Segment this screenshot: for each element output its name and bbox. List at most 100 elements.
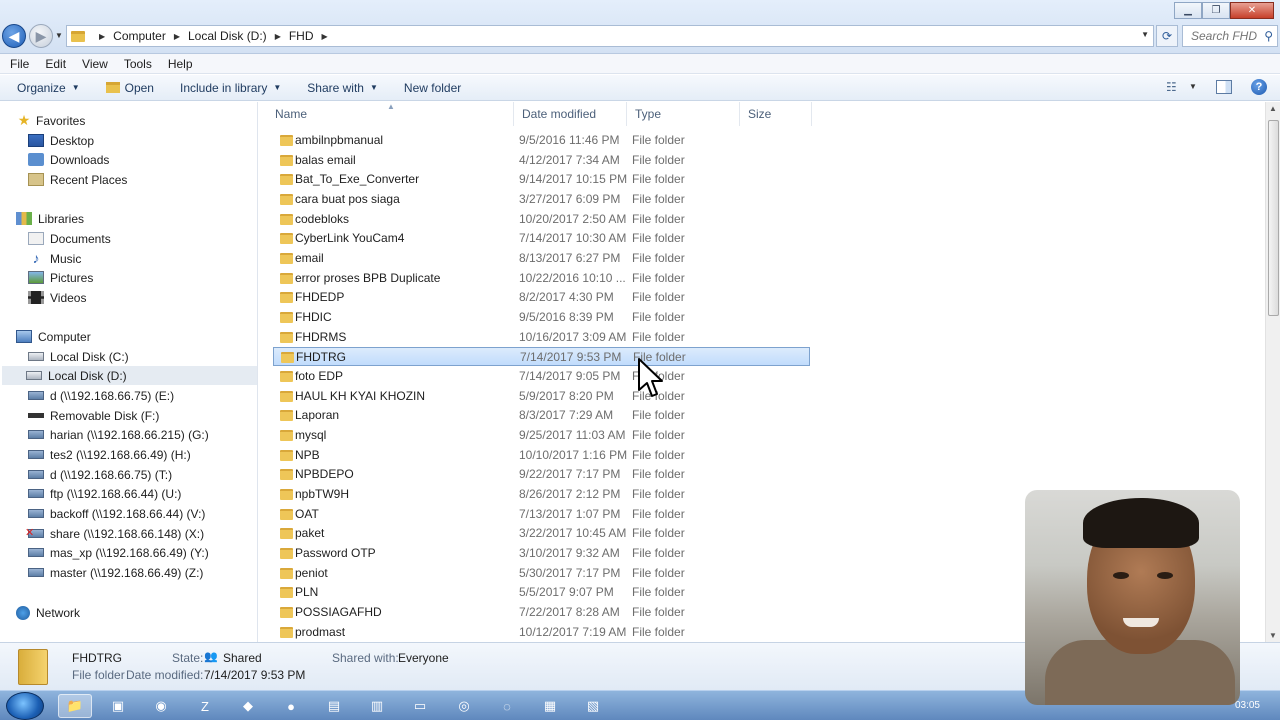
nav-documents[interactable]: Documents (28, 229, 111, 248)
search-icon[interactable]: ⚲ (1264, 29, 1273, 43)
file-row[interactable]: email 8/13/2017 6:27 PM File folder (273, 249, 810, 268)
notepad-taskbar-icon[interactable]: ▥ (360, 694, 394, 718)
app-taskbar-icon[interactable]: ▤ (317, 694, 351, 718)
scroll-down-icon[interactable]: ▼ (1269, 631, 1277, 640)
file-row[interactable]: NPBDEPO 9/22/2017 7:17 PM File folder (273, 465, 810, 484)
file-row[interactable]: FHDEDP 8/2/2017 4:30 PM File folder (273, 288, 810, 307)
nav-favorites[interactable]: ★ Favorites (16, 111, 86, 130)
firefox-taskbar-icon[interactable]: ◉ (144, 694, 178, 718)
nav-network[interactable]: Network (16, 603, 80, 622)
help-icon[interactable]: ? (1251, 79, 1267, 95)
change-view-icon[interactable]: ☷ (1166, 80, 1177, 94)
file-row[interactable]: paket 3/22/2017 10:45 AM File folder (273, 524, 810, 543)
nav-drive-z[interactable]: master (\\192.168.66.49) (Z:) (28, 563, 203, 582)
nav-pictures[interactable]: Pictures (28, 268, 93, 287)
taskbar-clock[interactable]: 03:05 (1235, 700, 1260, 711)
file-row[interactable]: codebloks 10/20/2017 2:50 AM File folder (273, 210, 810, 229)
file-row[interactable]: balas email 4/12/2017 7:34 AM File folder (273, 151, 810, 170)
file-row[interactable]: prodmast 10/12/2017 7:19 AM File folder (273, 623, 810, 642)
file-row[interactable]: foto EDP 7/14/2017 9:05 PM File folder (273, 367, 810, 386)
file-row[interactable]: FHDIC 9/5/2016 8:39 PM File folder (273, 308, 810, 327)
window-taskbar-icon[interactable]: ▭ (403, 694, 437, 718)
nav-drive-t[interactable]: d (\\192.168.66.75) (T:) (28, 465, 172, 484)
vertical-scrollbar[interactable]: ▲ ▼ (1265, 102, 1280, 642)
nav-computer[interactable]: Computer (16, 327, 91, 346)
nav-recent-places[interactable]: Recent Places (28, 170, 127, 189)
nav-drive-y[interactable]: mas_xp (\\192.168.66.49) (Y:) (28, 543, 209, 562)
menu-view[interactable]: View (82, 57, 116, 71)
file-row[interactable]: ambilnpbmanual 9/5/2016 11:46 PM File fold… (273, 131, 810, 150)
app-taskbar-icon[interactable]: ▦ (533, 694, 567, 718)
breadcrumb-arrow-icon[interactable]: ▶ (275, 32, 281, 41)
breadcrumb-local-disk-d[interactable]: Local Disk (D:) (188, 29, 267, 43)
nav-drive-v[interactable]: backoff (\\192.168.66.44) (V:) (28, 504, 205, 523)
file-row[interactable]: PLN 5/5/2017 9:07 PM File folder (273, 583, 810, 602)
column-size[interactable]: Size (740, 102, 812, 126)
nav-downloads[interactable]: Downloads (28, 150, 109, 169)
menu-help[interactable]: Help (168, 57, 201, 71)
file-row[interactable]: FHDTRG 7/14/2017 9:53 PM File folder (273, 347, 810, 367)
nav-drive-c[interactable]: Local Disk (C:) (28, 347, 129, 366)
file-row[interactable]: OAT 7/13/2017 1:07 PM File folder (273, 505, 810, 524)
file-row[interactable]: Password OTP 3/10/2017 9:32 AM File folder (273, 544, 810, 563)
breadcrumb-arrow-icon[interactable]: ▶ (99, 32, 105, 41)
nav-drive-e[interactable]: d (\\192.168.66.75) (E:) (28, 386, 174, 405)
new-folder-button[interactable]: New folder (404, 81, 461, 95)
file-row[interactable]: cara buat pos siaga 3/27/2017 6:09 PM File… (273, 190, 810, 209)
preview-pane-icon[interactable] (1216, 80, 1232, 94)
view-options-dropdown-icon[interactable]: ▼ (1189, 82, 1197, 91)
file-row[interactable]: Bat_To_Exe_Converter 9/14/2017 10:15 PM Fi… (273, 170, 810, 189)
file-row[interactable]: error proses BPB Duplicate 10/22/2016 10:… (273, 269, 810, 288)
open-button[interactable]: Open (105, 81, 154, 95)
app-taskbar-icon[interactable]: ▣ (101, 694, 135, 718)
breadcrumb-arrow-icon[interactable]: ▶ (322, 32, 328, 41)
back-arrow-icon[interactable]: ◀ (2, 24, 26, 48)
breadcrumb-fhd[interactable]: FHD (289, 29, 314, 43)
nav-music[interactable]: ♪ Music (28, 249, 82, 268)
include-in-library-button[interactable]: Include in library ▼ (180, 81, 281, 95)
nav-drive-u[interactable]: ftp (\\192.168.66.44) (U:) (28, 484, 181, 503)
menu-edit[interactable]: Edit (45, 57, 74, 71)
nav-drive-d[interactable]: Local Disk (D:) (2, 366, 257, 385)
app-taskbar-icon[interactable]: ◌ (490, 694, 524, 718)
filezilla-taskbar-icon[interactable]: Z (188, 694, 222, 718)
app-taskbar-icon[interactable]: ◎ (447, 694, 481, 718)
organize-button[interactable]: Organize ▼ (17, 81, 80, 95)
start-button[interactable] (6, 692, 44, 720)
menu-file[interactable]: File (10, 57, 37, 71)
record-taskbar-icon[interactable]: ● (274, 694, 308, 718)
file-row[interactable]: Laporan 8/3/2017 7:29 AM File folder (273, 406, 810, 425)
scroll-thumb[interactable] (1268, 120, 1279, 316)
file-row[interactable]: HAUL KH KYAI KHOZIN 5/9/2017 8:20 PM File … (273, 387, 810, 406)
column-type[interactable]: Type (627, 102, 740, 126)
recent-pages-dropdown-icon[interactable]: ▼ (55, 31, 63, 40)
nav-drive-f[interactable]: Removable Disk (F:) (28, 406, 159, 425)
file-row[interactable]: npbTW9H 8/26/2017 2:12 PM File folder (273, 485, 810, 504)
nav-libraries[interactable]: Libraries (16, 209, 84, 228)
scroll-up-icon[interactable]: ▲ (1269, 104, 1277, 113)
file-row[interactable]: peniot 5/30/2017 7:17 PM File folder (273, 564, 810, 583)
app-taskbar-icon[interactable]: ▧ (576, 694, 610, 718)
column-date-modified[interactable]: Date modified (514, 102, 627, 126)
address-history-dropdown-icon[interactable]: ▼ (1141, 30, 1149, 39)
breadcrumb-arrow-icon[interactable]: ▶ (174, 32, 180, 41)
nav-drive-g[interactable]: harian (\\192.168.66.215) (G:) (28, 425, 209, 444)
file-row[interactable]: CyberLink YouCam4 7/14/2017 10:30 AM File … (273, 229, 810, 248)
file-row[interactable]: POSSIAGAFHD 7/22/2017 8:28 AM File folder (273, 603, 810, 622)
search-box[interactable]: ⚲ (1182, 25, 1278, 47)
restore-icon[interactable]: ❐ (1202, 2, 1230, 19)
minimize-icon[interactable]: ▁ (1174, 2, 1202, 19)
app-taskbar-icon[interactable]: ◆ (231, 694, 265, 718)
forward-arrow-icon[interactable]: ▶ (29, 24, 53, 48)
refresh-icon[interactable]: ⟳ (1156, 25, 1178, 47)
file-row[interactable]: NPB 10/10/2017 1:16 PM File folder (273, 446, 810, 465)
menu-tools[interactable]: Tools (124, 57, 160, 71)
share-with-button[interactable]: Share with ▼ (307, 81, 378, 95)
file-row[interactable]: mysql 9/25/2017 11:03 AM File folder (273, 426, 810, 445)
nav-drive-x[interactable]: share (\\192.168.66.148) (X:) (25, 524, 204, 543)
nav-desktop[interactable]: Desktop (28, 131, 94, 150)
close-icon[interactable]: ✕ (1230, 2, 1274, 19)
file-row[interactable]: FHDRMS 10/16/2017 3:09 AM File folder (273, 328, 810, 347)
nav-videos[interactable]: Videos (28, 288, 86, 307)
explorer-taskbar-icon[interactable]: 📁 (58, 694, 92, 718)
